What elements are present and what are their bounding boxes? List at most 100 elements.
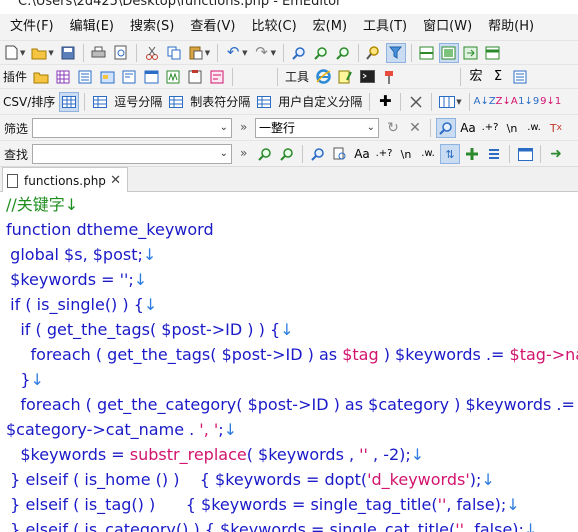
command-prompt-icon[interactable]: [357, 67, 377, 87]
notepad-icon[interactable]: [335, 67, 355, 87]
sort-az-icon[interactable]: A↓Z: [474, 92, 496, 112]
clear-filter-icon[interactable]: ✕: [405, 118, 425, 138]
csv-user-label[interactable]: 用户自定义分隔: [275, 93, 365, 110]
expand-find-icon[interactable]: »: [240, 146, 247, 160]
menu-tools[interactable]: 工具(T): [355, 16, 415, 38]
find-next-icon[interactable]: [311, 43, 331, 63]
menu-window[interactable]: 窗口(W): [415, 16, 480, 38]
menu-view[interactable]: 查看(V): [182, 16, 243, 38]
print-preview-icon[interactable]: [111, 43, 131, 63]
csv-user-icon[interactable]: [254, 92, 274, 112]
expand-filter-icon[interactable]: »: [240, 120, 247, 134]
plugin-outline-icon[interactable]: [75, 67, 95, 87]
print-icon[interactable]: [89, 43, 109, 63]
find-regex-icon[interactable]: .+?: [374, 144, 394, 164]
find-window-icon[interactable]: [515, 144, 535, 164]
find-match-case-icon[interactable]: Aa: [352, 144, 372, 164]
match-case-icon[interactable]: Aa: [458, 118, 478, 138]
redo-icon[interactable]: ↷: [252, 43, 272, 63]
regex-icon[interactable]: .+?: [480, 118, 500, 138]
find-in-files-icon[interactable]: [330, 144, 350, 164]
menu-file[interactable]: 文件(F): [0, 16, 62, 38]
code-line: foreach ( get_the_category( $post->ID ) …: [0, 395, 575, 414]
find-bookmark-icon[interactable]: [462, 144, 482, 164]
plugin-web-preview-icon[interactable]: [141, 67, 161, 87]
pin-icon[interactable]: [379, 67, 399, 87]
code-line: if ( is_single() ) {↓: [0, 295, 158, 314]
find-prev-icon[interactable]: [333, 43, 353, 63]
menu-help[interactable]: 帮助(H): [480, 16, 542, 38]
close-icon[interactable]: ✕: [110, 173, 121, 188]
columns-dropdown-icon[interactable]: ▼: [456, 98, 461, 106]
find-icon[interactable]: [289, 43, 309, 63]
ie-icon[interactable]: [313, 67, 333, 87]
filter-search-icon[interactable]: [436, 118, 456, 138]
csv-tab-label[interactable]: 制表符分隔: [187, 93, 253, 110]
csv-comma-label[interactable]: 逗号分隔: [111, 93, 165, 110]
filter-toggle-icon[interactable]: [385, 42, 406, 63]
plugin-explorer-icon[interactable]: [31, 67, 51, 87]
find-input[interactable]: ⌄: [32, 144, 232, 164]
csv-normal-mode-icon[interactable]: [59, 91, 80, 112]
refresh-icon[interactable]: ↻: [383, 118, 403, 138]
plugin-char-map-icon[interactable]: [53, 67, 73, 87]
sort-91-icon[interactable]: 9↓1: [540, 92, 561, 112]
split-horizontal-icon[interactable]: [417, 43, 437, 63]
sync-scroll-icon[interactable]: [461, 43, 481, 63]
menu-search[interactable]: 搜索(S): [122, 16, 182, 38]
redo-dropdown-icon[interactable]: ▼: [271, 49, 276, 57]
chevron-down-icon[interactable]: ⌄: [220, 119, 228, 137]
find-prev-button-icon[interactable]: [277, 144, 297, 164]
filter-input[interactable]: ⌄: [32, 118, 232, 138]
insert-column-icon[interactable]: ✚: [375, 92, 395, 112]
plugin-spell-icon[interactable]: [207, 67, 227, 87]
sum-icon[interactable]: Σ: [488, 67, 508, 87]
highlight-search-icon[interactable]: [364, 43, 384, 63]
new-file-icon[interactable]: [1, 43, 21, 63]
plugin-projects-icon[interactable]: [97, 67, 117, 87]
find-whole-word-icon[interactable]: .w.: [418, 144, 438, 164]
open-folder-icon[interactable]: [29, 43, 49, 63]
columns-icon[interactable]: [437, 92, 457, 112]
undo-dropdown-icon[interactable]: ▼: [242, 49, 247, 57]
save-icon[interactable]: [58, 43, 78, 63]
split-window-icon[interactable]: [438, 42, 459, 63]
new-dropdown-icon[interactable]: ▼: [20, 49, 25, 57]
window-tile-icon[interactable]: [483, 43, 503, 63]
csv-tools-icon[interactable]: [406, 92, 426, 112]
arrow-right-icon[interactable]: ➜: [546, 144, 566, 164]
menu-edit[interactable]: 编辑(E): [62, 16, 122, 38]
sort-za-icon[interactable]: Z↓A: [496, 92, 518, 112]
whole-word-icon[interactable]: .w.: [524, 118, 544, 138]
menu-macro[interactable]: 宏(M): [305, 16, 355, 38]
cut-icon[interactable]: [142, 43, 162, 63]
chevron-down-icon[interactable]: ⌄: [367, 119, 375, 137]
find-multiline-icon[interactable]: ⇅: [440, 144, 460, 164]
find-escape-icon[interactable]: \n: [396, 144, 416, 164]
find-bar: 查找 ⌄ » Aa .+? \n .w. ⇅ ➜: [0, 140, 578, 166]
paste-dropdown-icon[interactable]: ▼: [205, 49, 210, 57]
undo-icon[interactable]: ↶: [223, 43, 243, 63]
plugin-word-count-icon[interactable]: [163, 67, 183, 87]
editor-area[interactable]: //关键字↓ function dtheme_keyword global $s…: [0, 192, 578, 532]
escape-seq-icon[interactable]: \n: [502, 118, 522, 138]
find-list-icon[interactable]: [484, 144, 504, 164]
tab-functions-php[interactable]: functions.php ✕: [2, 167, 128, 193]
list-icon[interactable]: [510, 67, 530, 87]
paste-icon[interactable]: [186, 43, 206, 63]
csv-comma-icon[interactable]: [90, 92, 110, 112]
chevron-down-icon[interactable]: ⌄: [220, 145, 228, 163]
filter-mode-select[interactable]: 一整行 ⌄: [255, 118, 379, 138]
clear-format-icon[interactable]: Tx: [546, 118, 566, 138]
plugin-clipboard-icon[interactable]: [185, 67, 205, 87]
macro-icon[interactable]: 宏: [466, 67, 486, 87]
highlight-icon[interactable]: [308, 144, 328, 164]
sort-19-icon[interactable]: 1↓9: [518, 92, 539, 112]
open-dropdown-icon[interactable]: ▼: [48, 49, 53, 57]
csv-tab-icon[interactable]: [166, 92, 186, 112]
plugin-snippets-icon[interactable]: [119, 67, 139, 87]
menu-compare[interactable]: 比较(C): [243, 16, 304, 38]
find-next-button-icon[interactable]: [255, 144, 275, 164]
copy-icon[interactable]: [164, 43, 184, 63]
code-line: $keywords = '';↓: [0, 270, 148, 289]
